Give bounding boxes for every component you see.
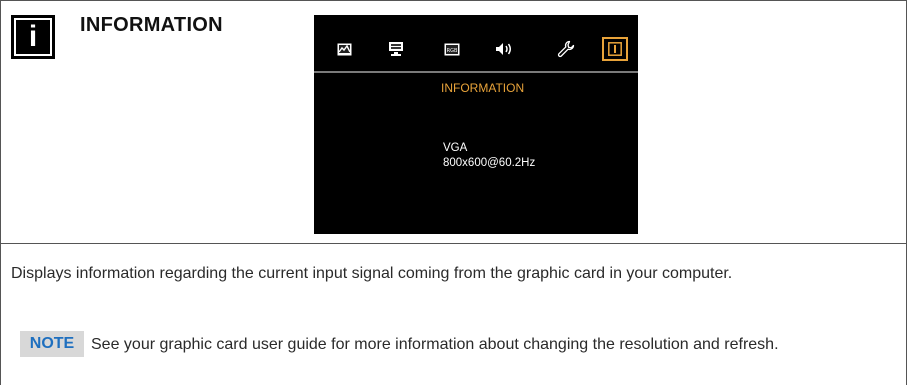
resolution-value: 800x600@60.2Hz: [443, 157, 536, 169]
note-label: NOTE: [20, 331, 84, 357]
information-icon: [602, 37, 628, 61]
svg-text:RGB: RGB: [447, 48, 458, 54]
section-title: INFORMATION: [80, 14, 223, 36]
note-row: NOTE See your graphic card user guide fo…: [11, 331, 901, 386]
osd-screenshot: RGB INFORMATION VGA 800x600@60.2Hz: [314, 15, 638, 234]
picture-icon: [333, 38, 355, 60]
description-text: Displays information regarding the curre…: [11, 265, 733, 282]
osd-tab-bar: RGB: [314, 15, 638, 73]
monitor-adjust-icon: [385, 38, 407, 60]
information-icon: i: [11, 15, 55, 59]
wrench-icon: [555, 38, 577, 60]
osd-heading: INFORMATION: [441, 81, 525, 95]
speaker-icon: [493, 38, 515, 60]
document-frame: i INFORMATION RGB INFORMATION VGA 800x60…: [0, 0, 907, 385]
rgb-color-icon: RGB: [441, 38, 463, 60]
note-text: See your graphic card user guide for mor…: [91, 336, 779, 353]
header-section: i INFORMATION RGB INFORMATION VGA 800x60…: [1, 1, 906, 244]
input-source-value: VGA: [443, 142, 468, 154]
